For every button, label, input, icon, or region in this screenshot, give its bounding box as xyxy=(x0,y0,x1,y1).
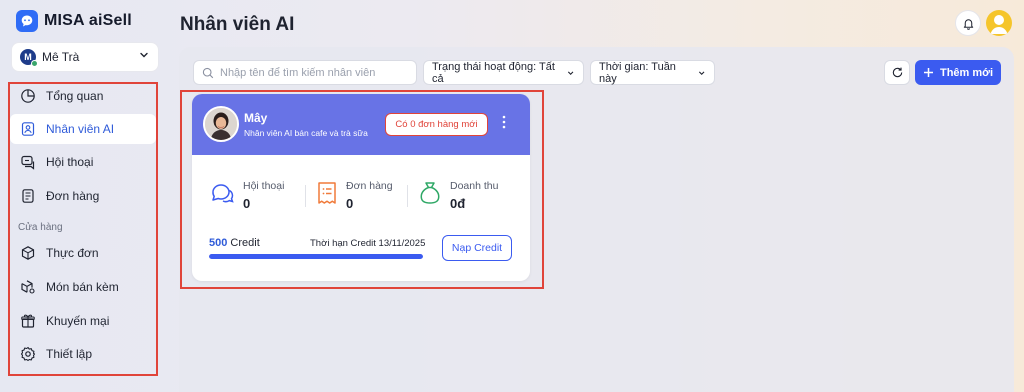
credit-progress-fill xyxy=(209,254,423,259)
topup-credit-button[interactable]: Nạp Credit xyxy=(442,235,512,261)
more-options-button[interactable] xyxy=(496,114,512,134)
store-avatar: M xyxy=(20,49,38,67)
credit-progress-bar xyxy=(209,254,423,259)
time-filter[interactable]: Thời gian: Tuần này xyxy=(590,60,715,85)
stat-value: 0 xyxy=(243,196,251,211)
sidebar-item-ai-staff[interactable]: Nhân viên AI xyxy=(10,114,156,144)
chevron-down-icon xyxy=(567,70,574,75)
sidebar-item-label: Tổng quan xyxy=(46,89,104,103)
notification-button[interactable] xyxy=(955,10,981,36)
add-new-button[interactable]: Thêm mới xyxy=(915,60,1001,85)
credit-unit: Credit xyxy=(230,237,260,249)
sidebar-item-label: Món bán kèm xyxy=(46,280,119,294)
credit-value: 500 xyxy=(209,237,228,249)
status-filter-label: Trạng thái hoạt động: Tất cả xyxy=(432,60,555,85)
stat-conversations: Hội thoại 0 xyxy=(209,180,284,211)
search-input[interactable] xyxy=(220,66,410,79)
user-avatar[interactable] xyxy=(986,10,1012,36)
agent-avatar xyxy=(203,106,239,142)
receipt-icon xyxy=(22,189,34,203)
sidebar-item-promotions[interactable]: Khuyến mại xyxy=(10,306,156,336)
sidebar-item-orders[interactable]: Đơn hàng xyxy=(10,181,156,211)
id-badge-icon xyxy=(21,122,35,136)
search-box[interactable] xyxy=(193,60,417,85)
stat-value: 0đ xyxy=(450,196,466,211)
money-bag-icon xyxy=(420,182,440,204)
sidebar-item-overview[interactable]: Tổng quan xyxy=(10,81,156,111)
gear-icon xyxy=(20,346,36,362)
sidebar-item-label: Đơn hàng xyxy=(46,189,100,203)
brand-name: MISA aiSell xyxy=(44,12,132,29)
divider xyxy=(305,185,306,207)
ai-agent-card[interactable]: Mây Nhân viên AI bán cafe và trà sữa Có … xyxy=(192,94,530,281)
bell-icon xyxy=(963,18,973,30)
search-icon xyxy=(202,67,214,78)
refresh-icon xyxy=(892,67,902,78)
user-icon xyxy=(990,15,1008,34)
refresh-button[interactable] xyxy=(884,60,910,85)
stat-label: Hội thoại xyxy=(243,180,285,192)
store-initial: M xyxy=(24,52,32,62)
sidebar-item-menu[interactable]: Thực đơn xyxy=(10,238,156,268)
chevron-down-icon xyxy=(698,70,705,75)
credit-expiry: Thời hạn Credit 13/11/2025 xyxy=(310,238,426,249)
card-header: Mây Nhân viên AI bán cafe và trà sữa Có … xyxy=(192,94,530,155)
sidebar-item-settings[interactable]: Thiết lập xyxy=(10,339,156,369)
chat-bubble-icon xyxy=(21,155,35,170)
agent-description: Nhân viên AI bán cafe và trà sữa xyxy=(244,128,368,138)
sidebar-item-label: Nhân viên AI xyxy=(46,122,115,136)
credit-balance: 500 Credit xyxy=(209,237,260,249)
brand-logo-icon xyxy=(16,10,38,32)
gift-icon xyxy=(21,314,35,328)
stat-orders: Đơn hàng 0 xyxy=(316,180,393,211)
new-orders-badge[interactable]: Có 0 đơn hàng mới xyxy=(385,113,488,136)
stat-text: Đơn hàng 0 xyxy=(346,180,393,211)
add-new-label: Thêm mới xyxy=(939,66,994,79)
receipt-icon xyxy=(318,182,336,204)
sidebar: MISA aiSell M Mê Trà Tổng quan Nhân viên… xyxy=(0,0,164,392)
chevron-down-icon xyxy=(138,48,150,66)
divider xyxy=(407,185,408,207)
stat-label: Đơn hàng xyxy=(346,180,393,192)
agent-name: Mây xyxy=(244,111,268,125)
sidebar-item-side-dishes[interactable]: Món bán kèm xyxy=(10,272,156,302)
brand[interactable]: MISA aiSell xyxy=(16,8,132,34)
sidebar-section-store: Cửa hàng xyxy=(18,222,63,233)
stat-text: Hội thoại 0 xyxy=(243,180,284,211)
kebab-menu-icon xyxy=(502,115,506,129)
sidebar-item-label: Thiết lập xyxy=(46,347,93,361)
stat-label: Doanh thu xyxy=(450,180,499,192)
stat-value: 0 xyxy=(346,196,354,211)
store-name: Mê Trà xyxy=(42,50,80,64)
sidebar-item-label: Hội thoại xyxy=(46,155,94,169)
box-icon xyxy=(21,246,35,260)
online-dot xyxy=(31,60,38,67)
sidebar-item-label: Khuyến mại xyxy=(46,314,110,328)
box-settings-icon xyxy=(21,280,35,294)
page-title: Nhân viên AI xyxy=(180,14,295,35)
stat-text: Doanh thu 0đ xyxy=(450,180,498,211)
sidebar-item-conversations[interactable]: Hội thoại xyxy=(10,147,156,177)
stat-revenue: Doanh thu 0đ xyxy=(418,180,498,211)
time-filter-label: Thời gian: Tuần này xyxy=(599,60,676,85)
status-filter[interactable]: Trạng thái hoạt động: Tất cả xyxy=(423,60,584,85)
sidebar-item-label: Thực đơn xyxy=(46,246,99,260)
chat-bubble-icon xyxy=(212,184,234,203)
plus-icon xyxy=(923,68,933,77)
pie-chart-icon xyxy=(21,89,35,103)
store-selector[interactable]: M Mê Trà xyxy=(11,42,159,72)
